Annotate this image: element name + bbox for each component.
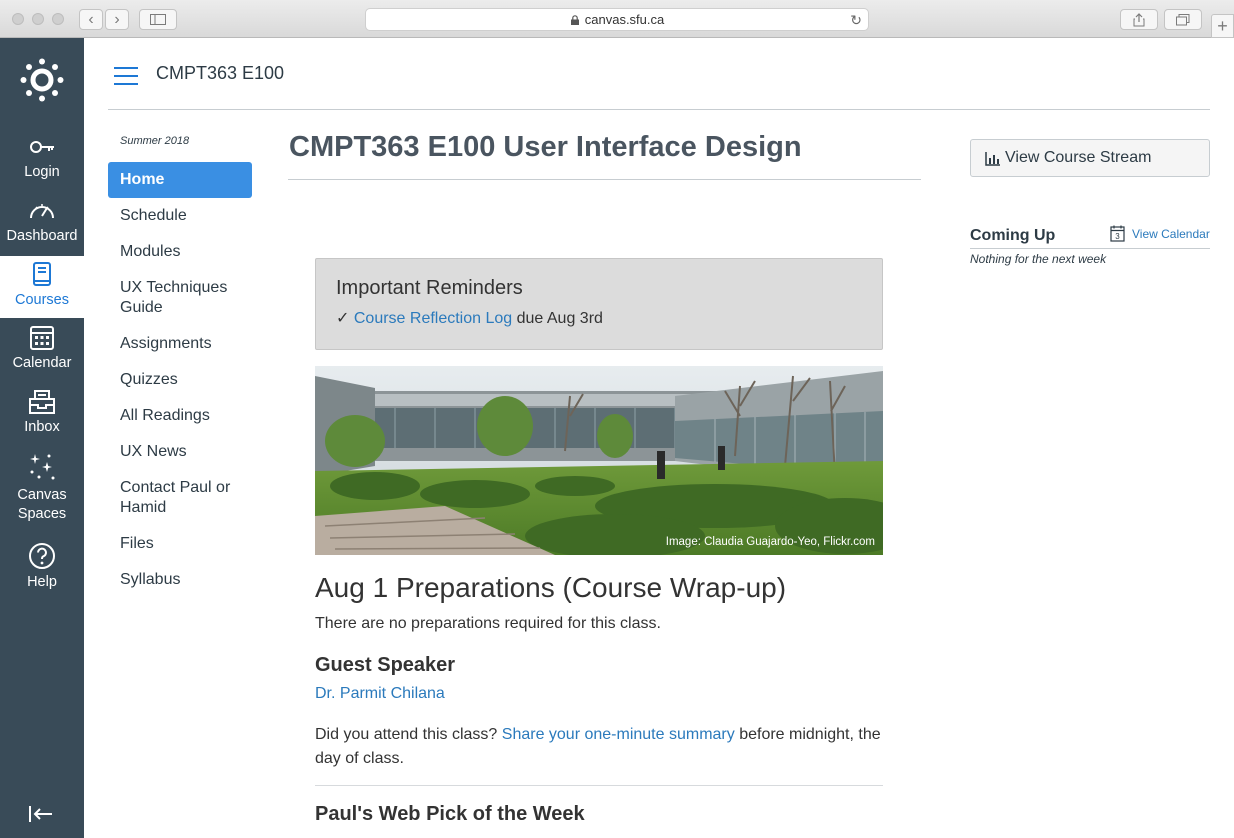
sidebar-icon xyxy=(150,14,166,25)
global-nav-label: Courses xyxy=(15,292,69,308)
chevron-right-icon: › xyxy=(114,10,120,28)
speedometer-icon xyxy=(30,204,54,219)
image-credit: Image: Claudia Guajardo-Yeo, Flickr.com xyxy=(665,536,875,548)
course-nav-all-readings[interactable]: All Readings xyxy=(108,398,252,434)
tabs-icon xyxy=(1176,13,1190,25)
coming-up-heading: Coming Up xyxy=(970,227,1056,244)
title-divider xyxy=(288,179,921,180)
global-nav-canvas-spaces[interactable]: Canvas Spaces xyxy=(0,452,84,522)
course-nav-quizzes[interactable]: Quizzes xyxy=(108,362,252,398)
guest-speaker-heading: Guest Speaker xyxy=(315,654,456,676)
page-title: CMPT363 E100 User Interface Design xyxy=(289,131,802,163)
course-nav-ux-news[interactable]: UX News xyxy=(108,434,252,470)
coming-up-divider xyxy=(970,248,1210,249)
view-calendar-link[interactable]: 3 View Calendar xyxy=(1110,225,1210,242)
course-nav-schedule[interactable]: Schedule xyxy=(108,198,252,234)
global-nav-courses[interactable]: Courses xyxy=(0,256,84,318)
section-divider xyxy=(315,785,883,786)
guest-speaker-link[interactable]: Dr. Parmit Chilana xyxy=(315,685,445,703)
forward-button[interactable]: › xyxy=(105,9,129,30)
preparation-text: There are no preparations required for t… xyxy=(315,615,661,632)
global-navigation: Login Dashboard Courses Calendar Inbox C… xyxy=(0,38,84,838)
zoom-window-button[interactable] xyxy=(52,13,64,25)
course-nav-modules[interactable]: Modules xyxy=(108,234,252,270)
share-icon xyxy=(1133,12,1145,26)
checkmark-icon: ✓ xyxy=(336,310,350,327)
one-minute-summary-link[interactable]: Share your one-minute summary xyxy=(502,726,735,743)
course-nav-syllabus[interactable]: Syllabus xyxy=(108,562,252,598)
global-nav-calendar[interactable]: Calendar xyxy=(0,325,84,375)
global-nav-inbox[interactable]: Inbox xyxy=(0,389,84,439)
address-bar[interactable]: canvas.sfu.ca ↻ xyxy=(365,8,869,31)
help-icon xyxy=(29,543,55,569)
inbox-icon xyxy=(29,390,55,414)
reminder-due-text: due Aug 3rd xyxy=(512,310,603,327)
close-window-button[interactable] xyxy=(12,13,24,25)
svg-text:3: 3 xyxy=(1115,232,1120,241)
course-nav-files[interactable]: Files xyxy=(108,526,252,562)
canvas-logo-icon[interactable] xyxy=(20,58,64,102)
calendar-icon xyxy=(30,326,54,350)
share-button[interactable] xyxy=(1120,9,1158,30)
collapse-nav-button[interactable] xyxy=(28,804,54,830)
new-tab-button[interactable]: + xyxy=(1211,14,1234,38)
courtyard-photo xyxy=(315,366,883,555)
term-label: Summer 2018 xyxy=(120,135,190,147)
sparkle-icon xyxy=(30,454,55,480)
global-nav-dashboard[interactable]: Dashboard xyxy=(0,198,84,248)
important-reminders-box: Important Reminders ✓ Course Reflection … xyxy=(315,258,883,350)
global-nav-label: Calendar xyxy=(12,355,72,371)
back-button[interactable]: ‹ xyxy=(79,9,103,30)
url-text: canvas.sfu.ca xyxy=(584,12,665,27)
global-nav-label: Login xyxy=(24,164,60,180)
course-nav-assignments[interactable]: Assignments xyxy=(108,326,252,362)
calendar-day-icon: 3 xyxy=(1110,225,1125,242)
chart-icon xyxy=(985,151,1000,166)
course-nav-home[interactable]: Home xyxy=(108,162,252,198)
course-nav-contact[interactable]: Contact Paul or Hamid xyxy=(108,470,252,526)
collapse-arrow-icon xyxy=(29,806,52,822)
course-header: CMPT363 E100 xyxy=(108,38,1210,110)
reminders-heading: Important Reminders xyxy=(336,277,523,299)
sidebar-toggle-button[interactable] xyxy=(139,9,177,30)
global-nav-label: Help xyxy=(27,574,57,590)
plus-icon: + xyxy=(1217,15,1228,36)
browser-toolbar: ‹ › canvas.sfu.ca ↻ + xyxy=(0,0,1234,38)
global-nav-login[interactable]: Login xyxy=(0,134,84,184)
book-icon xyxy=(33,262,51,286)
course-nav-ux-techniques-guide[interactable]: UX Techniques Guide xyxy=(108,270,252,326)
campus-courtyard-image: Image: Claudia Guajardo-Yeo, Flickr.com xyxy=(315,366,883,555)
reload-icon[interactable]: ↻ xyxy=(850,12,862,29)
reminder-item: ✓ Course Reflection Log due Aug 3rd xyxy=(336,308,862,328)
course-reflection-log-link[interactable]: Course Reflection Log xyxy=(354,310,512,327)
view-course-stream-label: View Course Stream xyxy=(1005,149,1152,166)
tabs-overview-button[interactable] xyxy=(1164,9,1202,30)
minimize-window-button[interactable] xyxy=(32,13,44,25)
course-navigation: Home Schedule Modules UX Techniques Guid… xyxy=(108,162,252,598)
global-nav-help[interactable]: Help xyxy=(0,542,84,592)
global-nav-label: Dashboard xyxy=(6,228,78,244)
global-nav-label: Inbox xyxy=(24,419,60,435)
coming-up-empty-text: Nothing for the next week xyxy=(970,252,1107,266)
chevron-left-icon: ‹ xyxy=(88,10,94,28)
view-calendar-label: View Calendar xyxy=(1132,226,1210,241)
hamburger-menu-icon[interactable] xyxy=(114,67,138,91)
attendance-prefix: Did you attend this class? xyxy=(315,726,502,743)
breadcrumb-course[interactable]: CMPT363 E100 xyxy=(156,63,284,84)
section-heading: Aug 1 Preparations (Course Wrap-up) xyxy=(315,572,787,603)
lock-icon xyxy=(570,14,579,25)
global-nav-label: Canvas Spaces xyxy=(17,487,67,522)
attendance-paragraph: Did you attend this class? Share your on… xyxy=(315,723,883,771)
key-icon xyxy=(30,141,54,153)
web-pick-heading: Paul's Web Pick of the Week xyxy=(315,803,585,825)
view-course-stream-button[interactable]: View Course Stream xyxy=(970,139,1210,177)
